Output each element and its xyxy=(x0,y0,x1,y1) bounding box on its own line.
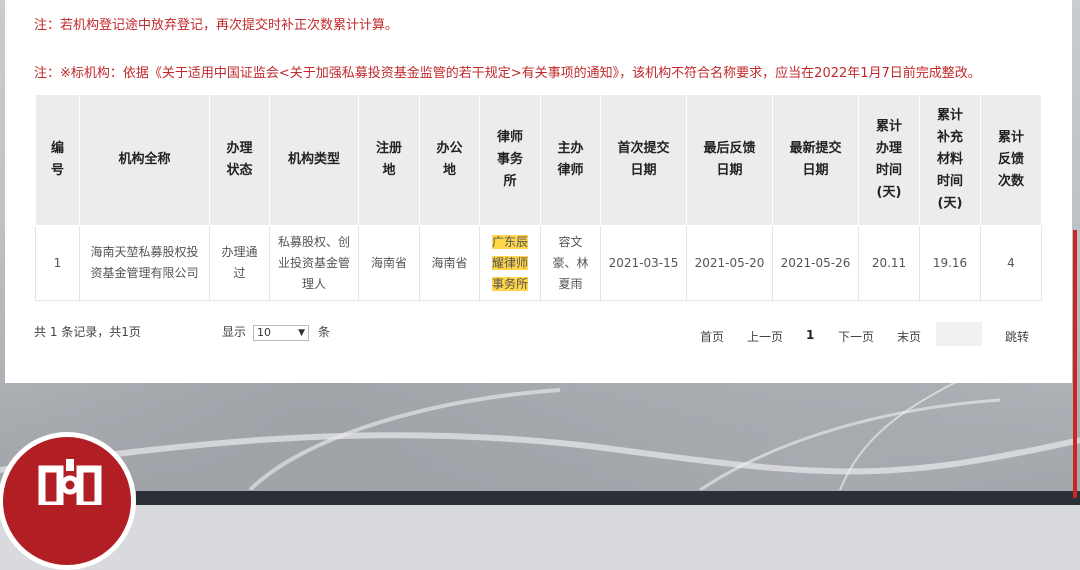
table-row: 1 海南天堃私募股权投 资基金管理有限公司 办理通过 私募股权、创 业投资基金管 理人… xyxy=(35,225,1042,301)
header-name: 机构全称 xyxy=(79,94,210,226)
jump-button[interactable]: 跳转 xyxy=(1005,328,1029,345)
jump-page-input[interactable] xyxy=(936,322,982,346)
cell-status: 办理通过 xyxy=(209,225,270,301)
header-law-firm: 律师 事务所 xyxy=(479,94,541,226)
header-status: 办理 状态 xyxy=(209,94,270,226)
cell-last-feedback: 2021-05-20 xyxy=(686,225,773,301)
cell-feedback-count: 4 xyxy=(980,225,1042,301)
cell-type: 私募股权、创 业投资基金管 理人 xyxy=(269,225,359,301)
next-page-link[interactable]: 下一页 xyxy=(838,328,874,345)
cell-days-supplement: 19.16 xyxy=(919,225,981,301)
cell-law-firm: 广东辰 耀律师 事务所 xyxy=(479,225,541,301)
header-type: 机构类型 xyxy=(269,94,359,226)
header-registered-place: 注册地 xyxy=(358,94,420,226)
record-summary: 共 1 条记录，共1页 xyxy=(34,325,141,339)
header-first-submit: 首次提交 日期 xyxy=(600,94,687,226)
note-name-requirement: 注：※标机构：依据《关于适用中国证监会<关于加强私募投资基金监管的若干规定>有关… xyxy=(34,66,981,81)
header-lead-lawyer: 主办 律师 xyxy=(540,94,601,226)
header-office-place: 办公地 xyxy=(419,94,480,226)
cell-latest-submit: 2021-05-26 xyxy=(772,225,859,301)
first-page-link[interactable]: 首页 xyxy=(700,328,724,345)
cell-days-total: 20.11 xyxy=(858,225,920,301)
header-feedback-count: 累计 反馈 次数 xyxy=(980,94,1042,226)
header-days-total: 累计 办理 时间 (天) xyxy=(858,94,920,226)
header-last-feedback: 最后反馈 日期 xyxy=(686,94,773,226)
table-header-row: 编号 机构全称 办理 状态 机构类型 注册地 办公地 律师 事务所 主办 律师 首次提… xyxy=(35,94,1042,226)
chevron-down-icon: ▼ xyxy=(298,328,305,338)
cell-office-place: 海南省 xyxy=(419,225,480,301)
cell-lead-lawyer: 容文 豪、林 夏雨 xyxy=(540,225,601,301)
page-size-unit: 条 xyxy=(318,325,331,339)
footer-bar xyxy=(136,491,1080,505)
page-size-select[interactable]: 10 ▼ xyxy=(253,325,309,341)
institution-table: 编号 机构全称 办理 状态 机构类型 注册地 办公地 律师 事务所 主办 律师 首次提… xyxy=(35,94,1042,301)
cell-name[interactable]: 海南天堃私募股权投 资基金管理有限公司 xyxy=(79,225,210,301)
page-size-label: 显示 xyxy=(222,325,247,339)
note-abandon-registration: 注：若机构登记途中放弃登记，再次提交时补正次数累计计算。 xyxy=(34,18,399,33)
cell-first-submit: 2021-03-15 xyxy=(600,225,687,301)
header-latest-submit: 最新提交 日期 xyxy=(772,94,859,226)
header-no: 编号 xyxy=(35,94,80,226)
prev-page-link[interactable]: 上一页 xyxy=(747,328,783,345)
cell-registered-place: 海南省 xyxy=(358,225,420,301)
scrollbar-accent xyxy=(1073,230,1077,498)
page-size-value: 10 xyxy=(257,326,271,339)
highlight-law-firm: 广东辰 耀律师 事务所 xyxy=(491,234,528,291)
last-page-link[interactable]: 末页 xyxy=(897,328,921,345)
header-days-supplement: 累计 补充 材料 时间 (天) xyxy=(919,94,981,226)
cell-no: 1 xyxy=(35,225,80,301)
logo-icon xyxy=(38,459,102,505)
city-road-background xyxy=(0,380,1080,490)
current-page[interactable]: 1 xyxy=(806,328,814,342)
